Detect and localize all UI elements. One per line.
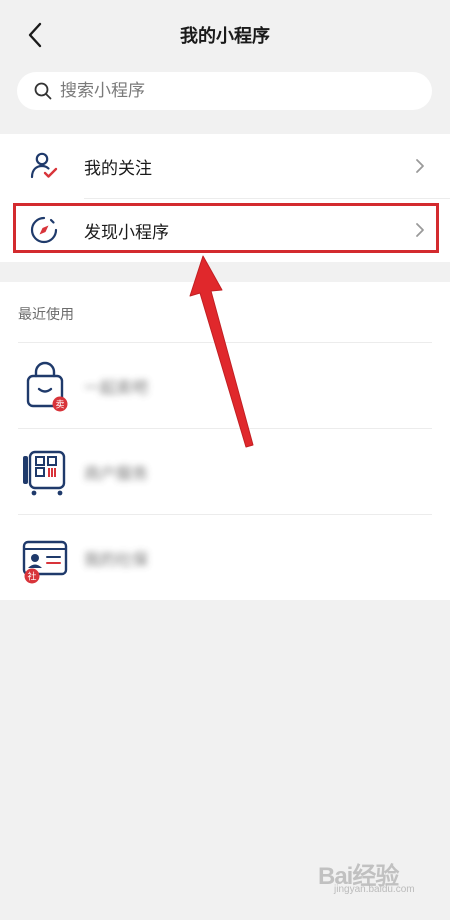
chevron-right-icon [414,220,426,240]
search-bar[interactable] [17,72,432,110]
watermark: Bai经验 jingyan.baidu.com [318,854,428,904]
page-title: 我的小程序 [180,26,270,47]
menu-item-label: 我的关注 [84,159,152,179]
recent-card: 最近使用 卖 一起卖吧 商户服务 社 我的社保 [0,282,450,600]
divider [18,428,432,429]
recent-item-label: 商户服务 [84,464,149,483]
search-icon [33,81,53,101]
recent-item[interactable]: 卖 一起卖吧 [0,344,450,428]
compass-icon [28,214,60,246]
menu-item-discover[interactable]: 发现小程序 [0,198,450,262]
divider [18,342,432,343]
recent-item-label: 一起卖吧 [84,378,149,397]
watermark-url: jingyan.baidu.com [334,884,415,895]
menu-item-following[interactable]: 我的关注 [0,134,450,198]
header: 我的小程序 [0,0,450,70]
search-input[interactable] [60,81,400,101]
pos-terminal-icon [20,446,72,498]
bag-badge-text: 卖 [55,400,64,411]
recent-item[interactable]: 商户服务 [0,430,450,514]
card-badge-text: 社 [27,571,36,583]
id-card-icon: 社 [20,532,72,584]
recent-section-title: 最近使用 [18,307,74,323]
recent-item-label: 我的社保 [84,550,149,569]
menu-item-label: 发现小程序 [84,223,169,243]
menu-card: 我的关注 发现小程序 [0,134,450,262]
recent-item[interactable]: 社 我的社保 [0,516,450,600]
chevron-right-icon [414,156,426,176]
user-check-icon [28,150,60,182]
shopping-bag-icon: 卖 [20,360,72,412]
divider [18,514,432,515]
